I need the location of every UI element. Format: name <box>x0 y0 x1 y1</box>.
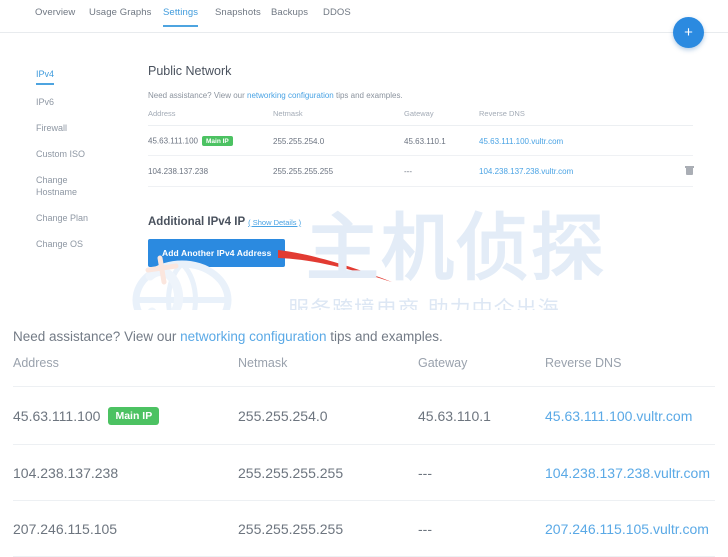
add-another-ipv4-address-button[interactable]: Add Another IPv4 Address <box>148 239 286 267</box>
detail-table-row: 207.246.115.105 255.255.255.255 --- 207.246… <box>13 500 715 557</box>
detail-cell-address: 45.63.111.100 Main IP <box>13 386 238 445</box>
table-row: 45.63.111.100 Main IP 255.255.254.0 45.63.1… <box>148 125 693 156</box>
reverse-dns-link[interactable]: 45.63.111.100.vultr.com <box>479 137 563 146</box>
detail-cell-netmask: 255.255.255.255 <box>238 444 418 501</box>
detail-cell-address: 207.246.115.105 <box>13 500 238 557</box>
subnav-item-change-os[interactable]: Change OS <box>36 238 126 250</box>
tab-settings[interactable]: Settings <box>163 7 199 27</box>
detail-cell-gateway: 45.63.110.1 <box>418 386 545 445</box>
additional-ipv4-heading: Additional IPv4 IP( Show Details ) <box>148 216 548 228</box>
detail-assistance-text: Need assistance? View our networking con… <box>13 329 443 344</box>
tab-backups[interactable]: Backups <box>271 7 308 25</box>
address-value: 104.238.137.238 <box>148 167 209 176</box>
detail-column-header-gateway: Gateway <box>418 356 545 387</box>
detail-networking-configuration-link[interactable]: networking configuration <box>180 329 326 344</box>
show-details-link[interactable]: ( Show Details ) <box>248 218 301 227</box>
subnav-item-custom-iso[interactable]: Custom ISO <box>36 148 126 160</box>
column-header-actions <box>667 109 693 126</box>
detail-table-body: 45.63.111.100 Main IP 255.255.254.0 45.63.1… <box>13 386 715 557</box>
detail-column-header-address: Address <box>13 356 238 387</box>
add-instance-fab-button[interactable]: + <box>673 17 704 48</box>
tab-snapshots[interactable]: Snapshots <box>215 7 261 25</box>
cell-actions <box>667 125 693 156</box>
table-body: 45.63.111.100 Main IP 255.255.254.0 45.63.1… <box>148 125 694 187</box>
public-network-panel: Public Network Need assistance? View our… <box>148 64 694 187</box>
detail-assistance-after: tips and examples. <box>326 329 443 344</box>
cell-netmask: 255.255.254.0 <box>273 125 404 156</box>
detail-address-value: 207.246.115.105 <box>13 521 118 537</box>
assistance-text: Need assistance? View our networking con… <box>148 91 693 100</box>
detail-cell-reverse-dns: 104.238.137.238.vultr.com <box>545 444 715 501</box>
detail-network-table: Address Netmask Gateway Reverse DNS 45.63.1… <box>13 356 715 557</box>
tab-usage-graphs[interactable]: Usage Graphs <box>89 7 151 25</box>
public-network-table: Address Netmask Gateway Reverse DNS 45.63.1… <box>148 109 694 187</box>
column-header-reverse-dns: Reverse DNS <box>479 109 667 126</box>
additional-ipv4-section: Additional IPv4 IP( Show Details ) Add A… <box>148 216 548 267</box>
detail-cell-netmask: 255.255.255.255 <box>238 500 418 557</box>
detail-assistance-before: Need assistance? View our <box>13 329 181 344</box>
tab-overview[interactable]: Overview <box>35 7 75 25</box>
page-title: Public Network <box>148 64 232 78</box>
detail-table-row: 45.63.111.100 Main IP 255.255.254.0 45.63.1… <box>13 386 715 445</box>
networking-configuration-link[interactable]: networking configuration <box>247 91 334 100</box>
plus-icon: + <box>684 24 693 41</box>
cell-reverse-dns: 45.63.111.100.vultr.com <box>479 125 667 156</box>
detail-column-header-reverse-dns: Reverse DNS <box>545 356 715 387</box>
column-header-gateway: Gateway <box>404 109 479 126</box>
assistance-text-before: Need assistance? View our <box>148 91 248 100</box>
subnav-item-ipv4[interactable]: IPv4 <box>36 68 55 85</box>
additional-ipv4-heading-text: Additional IPv4 IP <box>148 216 246 228</box>
detail-cell-address: 104.238.137.238 <box>13 444 238 501</box>
detail-cell-gateway: --- <box>418 444 545 501</box>
assistance-text-after: tips and examples. <box>333 91 403 100</box>
detail-cell-reverse-dns: 45.63.111.100.vultr.com <box>545 386 715 445</box>
main-ip-badge: Main IP <box>201 136 233 146</box>
detail-column-header-netmask: Netmask <box>238 356 418 387</box>
detail-reverse-dns-link[interactable]: 207.246.115.105.vultr.com <box>545 521 709 537</box>
detail-reverse-dns-link[interactable]: 104.238.137.238.vultr.com <box>545 465 710 481</box>
cell-gateway: 45.63.110.1 <box>404 125 479 156</box>
tab-ddos[interactable]: DDOS <box>323 7 351 25</box>
cell-address: 104.238.137.238 <box>148 155 273 187</box>
subnav-item-ipv6[interactable]: IPv6 <box>36 96 126 108</box>
detail-table-row: 104.238.137.238 255.255.255.255 --- 104.238… <box>13 444 715 501</box>
settings-subnav: IPv4 IPv6 Firewall Custom ISO Change Hostnam… <box>36 64 126 264</box>
tab-bar: Overview Usage Graphs Settings Snapshots Bac… <box>0 0 728 33</box>
detail-reverse-dns-link[interactable]: 45.63.111.100.vultr.com <box>545 408 692 424</box>
subnav-item-change-plan[interactable]: Change Plan <box>36 212 126 224</box>
cell-netmask: 255.255.255.255 <box>273 155 404 187</box>
page-screenshot-region: Overview Usage Graphs Settings Snapshots Bac… <box>0 0 728 310</box>
detail-address-value: 45.63.111.100 <box>13 408 101 424</box>
detail-cell-netmask: 255.255.254.0 <box>238 386 418 445</box>
column-header-netmask: Netmask <box>273 109 404 126</box>
cell-address: 45.63.111.100 Main IP <box>148 125 273 156</box>
subnav-item-change-hostname[interactable]: Change Hostname <box>36 174 126 198</box>
detail-main-ip-badge: Main IP <box>108 407 160 425</box>
cell-reverse-dns: 104.238.137.238.vultr.com <box>479 155 667 187</box>
cell-actions <box>667 155 694 187</box>
zoomed-detail-region: Need assistance? View our networking con… <box>0 310 728 557</box>
detail-cell-gateway: --- <box>418 500 545 557</box>
column-header-address: Address <box>148 109 273 126</box>
subnav-item-firewall[interactable]: Firewall <box>36 122 126 134</box>
detail-cell-reverse-dns: 207.246.115.105.vultr.com <box>545 500 715 557</box>
table-header-row: Address Netmask Gateway Reverse DNS <box>148 109 693 126</box>
table-row: 104.238.137.238 255.255.255.255 --- 104.238… <box>148 155 694 187</box>
trash-icon[interactable] <box>685 166 694 175</box>
reverse-dns-link[interactable]: 104.238.137.238.vultr.com <box>479 167 573 176</box>
detail-table-header-row: Address Netmask Gateway Reverse DNS <box>13 356 715 387</box>
detail-address-value: 104.238.137.238 <box>13 465 119 481</box>
cell-gateway: --- <box>404 155 479 187</box>
address-value: 45.63.111.100 <box>148 136 198 146</box>
